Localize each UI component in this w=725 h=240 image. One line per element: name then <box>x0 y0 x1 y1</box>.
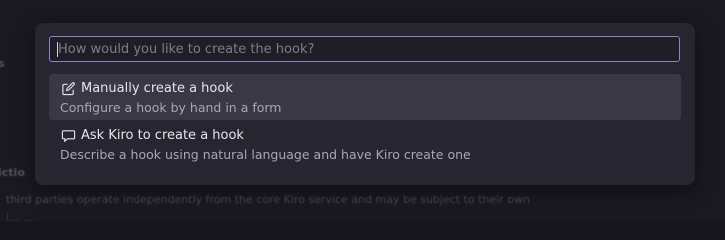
background-text: ictio <box>0 166 25 179</box>
option-description: Describe a hook using natural language a… <box>60 147 471 162</box>
option-ask-kiro-create-hook[interactable]: Ask Kiro to create a hook Describe a hoo… <box>49 121 681 167</box>
background-text: s <box>0 57 5 70</box>
hook-creation-input[interactable] <box>50 37 679 61</box>
background-text: l... ... <box>6 211 34 222</box>
hook-creation-input-wrapper[interactable] <box>49 36 680 62</box>
background-text: third parties operate independently from… <box>6 193 530 206</box>
quick-pick-palette: Manually create a hook Configure a hook … <box>35 23 695 185</box>
text-caret <box>57 42 58 57</box>
option-title: Ask Kiro to create a hook <box>81 127 244 143</box>
option-manually-create-hook[interactable]: Manually create a hook Configure a hook … <box>49 74 681 120</box>
chat-bubble-icon <box>60 127 76 143</box>
option-description: Configure a hook by hand in a form <box>60 100 282 115</box>
option-title: Manually create a hook <box>81 80 233 96</box>
edit-icon <box>60 80 76 96</box>
